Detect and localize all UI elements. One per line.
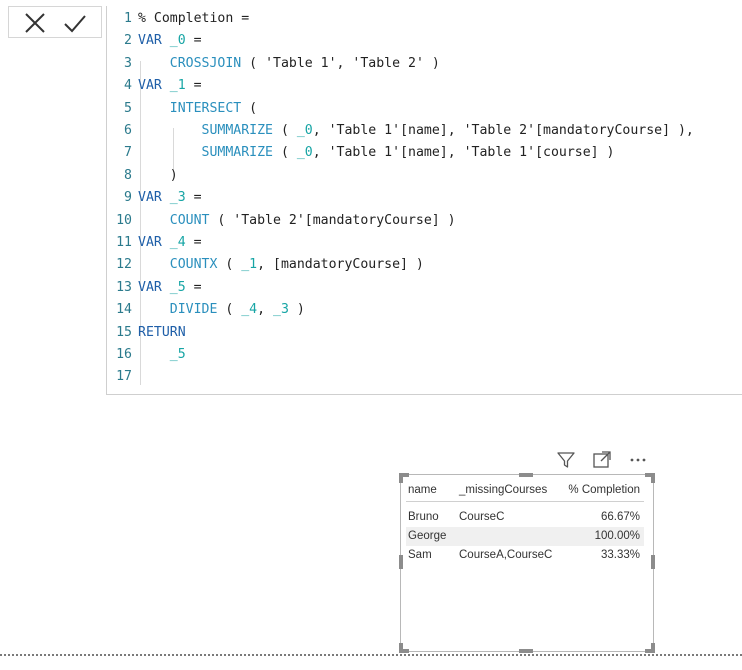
cell-missing-courses: CourseA,CourseC	[459, 549, 553, 561]
line-number: 7	[124, 145, 132, 161]
code-text: DIVIDE ( _4, _3 )	[169, 302, 305, 318]
code-line[interactable]: 8 )	[107, 165, 178, 187]
code-line[interactable]: 17	[107, 366, 138, 388]
cell-name: Bruno	[408, 511, 439, 523]
line-number: 4	[124, 78, 132, 94]
cell-missing-courses: CourseC	[459, 511, 505, 523]
resize-handle[interactable]	[399, 473, 403, 483]
code-line[interactable]: 14 DIVIDE ( _4, _3 )	[107, 299, 305, 321]
line-number: 5	[124, 100, 132, 116]
column-header-missing-courses[interactable]: _missingCourses	[459, 479, 547, 501]
focus-mode-icon[interactable]	[592, 450, 612, 470]
code-text: SUMMARIZE ( _0, 'Table 1'[name], 'Table …	[201, 145, 615, 161]
code-text: VAR _1 =	[138, 78, 202, 94]
table-row[interactable]: Sam CourseA,CourseC 33.33%	[406, 546, 644, 565]
line-number: 1	[124, 11, 132, 26]
checkmark-icon[interactable]	[63, 11, 87, 35]
table-header-row: name _missingCourses % Completion	[406, 479, 644, 502]
code-text: COUNTX ( _1, [mandatoryCourse] )	[169, 257, 424, 273]
code-text: % Completion =	[138, 11, 250, 26]
code-line[interactable]: 16 _5	[107, 344, 186, 366]
line-number: 12	[116, 257, 132, 273]
column-header-name[interactable]: name	[408, 479, 437, 501]
resize-handle[interactable]	[651, 555, 655, 569]
line-number: 6	[124, 123, 132, 138]
resize-handle[interactable]	[519, 473, 533, 477]
code-line[interactable]: 10 COUNT ( 'Table 2'[mandatoryCourse] )	[107, 210, 456, 232]
resize-handle[interactable]	[651, 473, 655, 483]
code-line[interactable]: 4 VAR _1 =	[107, 75, 202, 97]
close-icon[interactable]	[23, 11, 47, 35]
code-line[interactable]: 12 COUNTX ( _1, [mandatoryCourse] )	[107, 254, 424, 276]
cell-name: George	[408, 530, 447, 542]
code-text: _5	[169, 347, 186, 362]
line-number: 16	[116, 347, 132, 362]
code-text: VAR _4 =	[138, 235, 202, 250]
line-number: 3	[124, 55, 132, 71]
filter-icon[interactable]	[556, 450, 576, 470]
more-options-icon[interactable]	[628, 450, 648, 470]
code-text: )	[138, 167, 178, 183]
line-number: 17	[116, 369, 132, 385]
line-number: 10	[116, 212, 132, 228]
code-text: VAR _5 =	[138, 279, 202, 295]
cell-completion: 33.33%	[600, 549, 640, 561]
line-number: 13	[116, 279, 132, 295]
code-line[interactable]: 9 VAR _3 =	[107, 187, 202, 209]
code-line[interactable]: 5 INTERSECT (	[107, 98, 257, 120]
line-number: 14	[116, 302, 132, 318]
code-text: INTERSECT (	[169, 100, 258, 116]
formula-commit-box	[8, 6, 102, 38]
data-table: name _missingCourses % Completion Bruno …	[406, 479, 644, 565]
formula-editor[interactable]: 1 % Completion = 2 VAR _0 = 3 CROSSJOIN ( 'T…	[106, 6, 742, 395]
table-row[interactable]: Bruno CourseC 66.67%	[406, 508, 644, 527]
code-line[interactable]: 7 SUMMARIZE ( _0, 'Table 1'[name], 'Tabl…	[107, 142, 614, 164]
cell-completion: 66.67%	[600, 511, 640, 523]
code-text: RETURN	[138, 324, 186, 340]
code-line[interactable]: 11 VAR _4 =	[107, 232, 202, 254]
line-number: 15	[116, 324, 132, 340]
column-header-completion[interactable]: % Completion	[568, 479, 640, 501]
table-visual[interactable]: name _missingCourses % Completion Bruno …	[399, 473, 655, 653]
line-number: 2	[124, 33, 132, 49]
table-row[interactable]: George 100.00%	[406, 527, 644, 546]
code-line[interactable]: 15 RETURN	[107, 322, 186, 344]
code-line[interactable]: 1 % Completion =	[107, 8, 249, 30]
line-number: 9	[124, 190, 132, 206]
resize-handle[interactable]	[651, 643, 655, 653]
code-text: COUNT ( 'Table 2'[mandatoryCourse] )	[169, 212, 456, 228]
code-text: VAR _3 =	[138, 190, 202, 206]
cell-completion: 100.00%	[594, 530, 640, 542]
cell-name: Sam	[408, 549, 432, 561]
canvas-divider	[0, 654, 742, 656]
code-text: SUMMARIZE ( _0, 'Table 1'[name], 'Table …	[201, 123, 694, 138]
resize-handle[interactable]	[399, 643, 403, 653]
code-text: VAR _0 =	[138, 33, 202, 49]
code-line[interactable]: 3 CROSSJOIN ( 'Table 1', 'Table 2' )	[107, 53, 440, 75]
code-line[interactable]: 13 VAR _5 =	[107, 277, 202, 299]
line-number: 11	[116, 235, 132, 250]
resize-handle[interactable]	[399, 555, 403, 569]
code-line[interactable]: 6 SUMMARIZE ( _0, 'Table 1'[name], 'Tabl…	[107, 120, 694, 142]
resize-handle[interactable]	[519, 649, 533, 653]
line-number: 8	[124, 167, 132, 183]
code-line[interactable]: 2 VAR _0 =	[107, 30, 202, 52]
code-text: CROSSJOIN ( 'Table 1', 'Table 2' )	[169, 55, 440, 71]
